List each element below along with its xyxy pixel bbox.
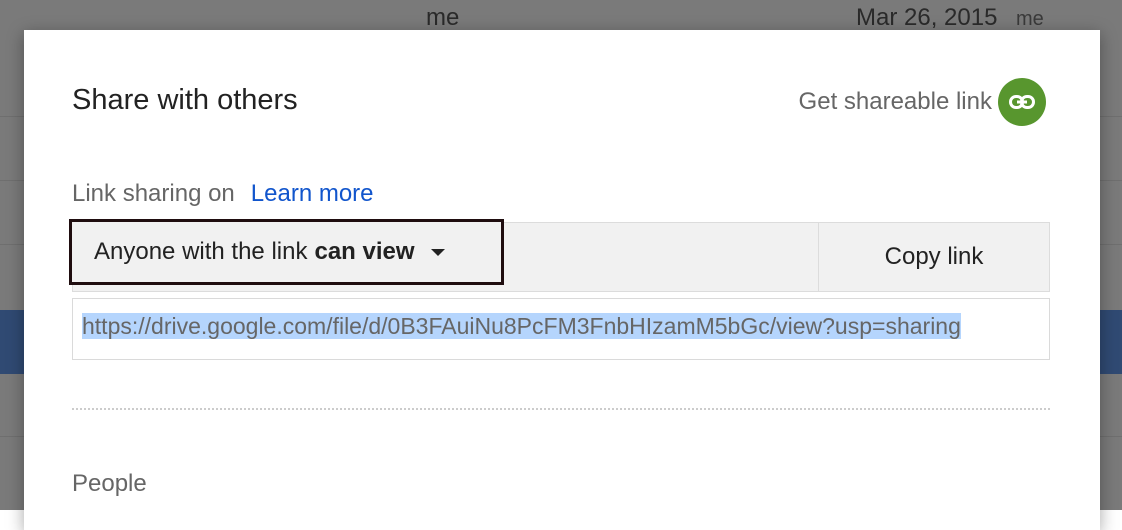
access-level-dropdown[interactable]: Anyone with the link can view (69, 219, 504, 285)
link-access-controls: Anyone with the link can view Copy link (69, 219, 1050, 292)
learn-more-link[interactable]: Learn more (251, 180, 374, 207)
access-level: can view (314, 238, 415, 265)
link-icon[interactable] (998, 78, 1046, 126)
share-dialog: Share with others Get shareable link Lin… (24, 30, 1100, 530)
section-divider (72, 408, 1050, 410)
dialog-title: Share with others (72, 84, 298, 116)
chevron-down-icon (430, 248, 445, 256)
access-prefix: Anyone with the link (94, 238, 308, 265)
get-shareable-link-label: Get shareable link (798, 88, 992, 115)
copy-link-button[interactable]: Copy link (818, 223, 1049, 291)
get-shareable-link-button[interactable]: Get shareable link (799, 78, 1046, 126)
background-modified-by: me (1016, 8, 1044, 30)
link-sharing-status-text: Link sharing on (72, 180, 235, 207)
share-url-text: https://drive.google.com/file/d/0B3FAuiN… (82, 313, 961, 339)
people-section-label: People (72, 470, 147, 497)
link-sharing-status: Link sharing on Learn more (72, 180, 374, 208)
background-owner: me (426, 4, 460, 31)
background-date: Mar 26, 2015 (856, 4, 998, 31)
share-url-field[interactable]: https://drive.google.com/file/d/0B3FAuiN… (72, 298, 1050, 360)
